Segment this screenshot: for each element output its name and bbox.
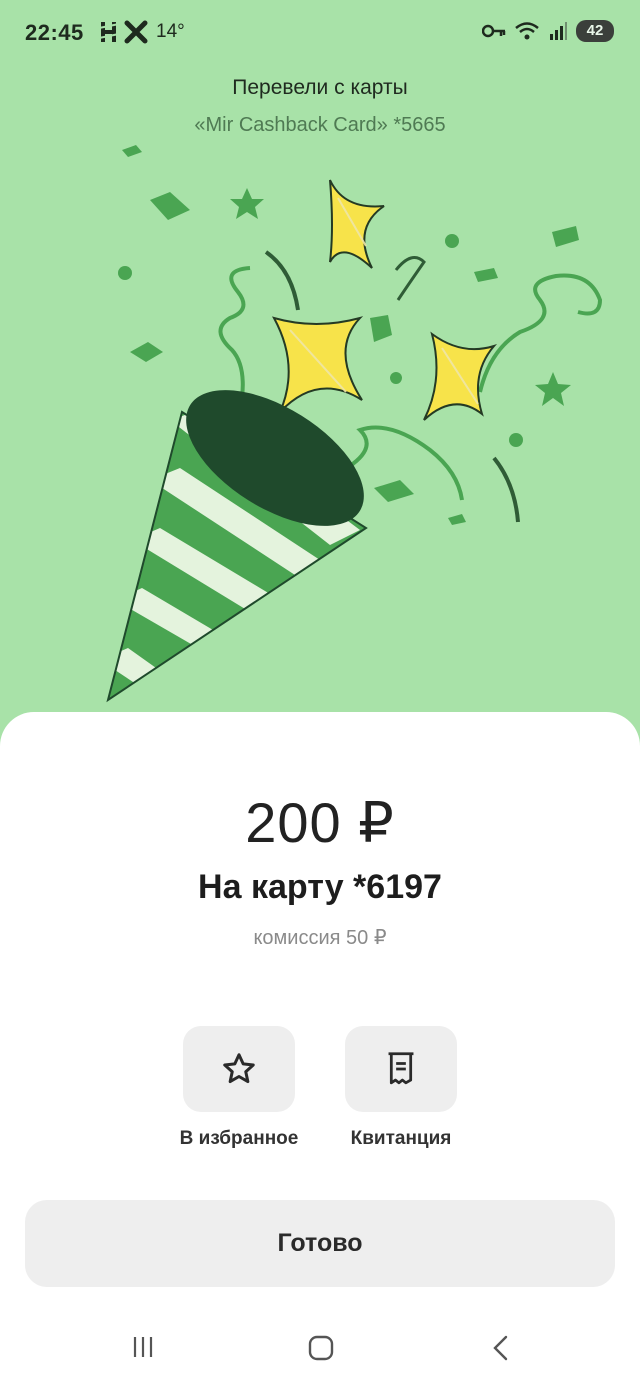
receipt-icon xyxy=(388,1052,414,1085)
recipient-card: На карту *6197 xyxy=(198,868,442,906)
add-to-favorites-button[interactable]: В избранное xyxy=(164,1026,314,1150)
favorite-label: В избранное xyxy=(179,1128,299,1149)
system-navigation-bar xyxy=(0,1322,640,1378)
receipt-button-box[interactable] xyxy=(345,1026,457,1112)
h-icon xyxy=(98,22,120,42)
receipt-button[interactable]: Квитанция xyxy=(326,1026,476,1150)
done-button[interactable]: Готово xyxy=(25,1200,615,1287)
transfer-source-title: Перевели с карты xyxy=(232,76,408,99)
signal-icon xyxy=(550,22,567,40)
favorite-button-box[interactable] xyxy=(183,1026,295,1112)
x-icon xyxy=(124,20,148,44)
commission-fee: комиссия 50 ₽ xyxy=(253,927,387,949)
status-bar: 22:45 14° 42 xyxy=(0,0,640,66)
wifi-icon xyxy=(515,22,539,40)
receipt-label: Квитанция xyxy=(350,1128,452,1149)
status-time: 22:45 xyxy=(25,20,84,45)
home-icon[interactable] xyxy=(307,1334,335,1362)
status-system-icons: 42 xyxy=(482,20,614,42)
transfer-result-sheet: 200 ₽ На карту *6197 комиссия 50 ₽ В изб… xyxy=(0,712,640,1387)
back-icon[interactable] xyxy=(488,1334,514,1362)
star-icon xyxy=(223,1053,255,1084)
transfer-amount: 200 ₽ xyxy=(245,791,395,854)
status-notification-icons: 14° xyxy=(98,20,185,44)
recent-apps-icon[interactable] xyxy=(130,1334,156,1360)
key-icon xyxy=(482,24,506,38)
battery-indicator: 42 xyxy=(576,20,614,42)
status-temperature: 14° xyxy=(156,21,185,42)
party-popper-illustration xyxy=(106,145,603,703)
